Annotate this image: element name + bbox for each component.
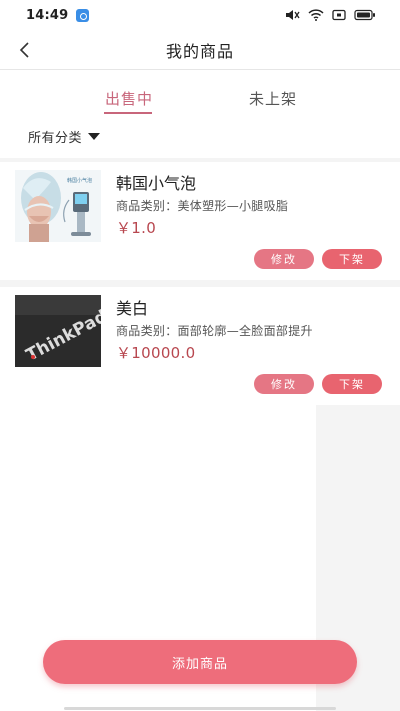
add-product-button[interactable]: 添加商品 [43,640,357,684]
product-name: 韩国小气泡 [116,174,197,193]
product-image-beauty-device: 韩国小气泡 [15,170,101,242]
active-tab-indicator [104,112,152,114]
product-image-thinkpad: ThinkPad [15,295,101,367]
caret-down-icon [88,133,101,140]
status-bar: 14:49 [0,0,400,30]
mute-icon [286,10,300,20]
page-title: 我的商品 [165,41,234,61]
status-icons [284,9,376,21]
home-indicator[interactable] [64,707,336,710]
nav-bar: 我的商品 [0,30,400,70]
product-category: 商品类别：面部轮廓—全脸面部提升 [116,324,313,338]
category-filter-label: 所有分类 [28,131,83,146]
tab-unlisted[interactable]: 未上架 [246,88,300,109]
app-notification-icon [76,8,90,22]
product-category: 商品类别：美体塑形—小腿吸脂 [116,199,289,213]
tab-on-sale[interactable]: 出售中 [104,88,154,109]
product-price: ￥10000.0 [116,344,196,362]
wifi-icon [308,9,324,21]
screen-icon [332,9,346,21]
category-filter[interactable]: 所有分类 [28,127,101,146]
tabs-area: 出售中 未上架 所有分类 [0,70,400,158]
product-card[interactable]: ThinkPad 美白 商品类别：面部轮廓—全脸面部提升 ￥10000.0 修改… [0,287,400,405]
chevron-left-icon [19,42,29,58]
delist-button[interactable]: 下架 [322,374,382,394]
status-time: 14:49 [26,7,69,23]
product-card[interactable]: 韩国小气泡 韩国小气泡 商品类别：美体塑形—小腿吸脂 ￥1.0 修改 下架 [0,162,400,280]
edit-button[interactable]: 修改 [254,374,314,394]
product-name: 美白 [116,299,149,318]
back-button[interactable] [12,36,36,64]
edit-button[interactable]: 修改 [254,249,314,269]
product-price: ￥1.0 [116,219,157,237]
delist-button[interactable]: 下架 [322,249,382,269]
battery-icon [354,9,375,21]
product-image-caption: 韩国小气泡 [67,177,92,184]
